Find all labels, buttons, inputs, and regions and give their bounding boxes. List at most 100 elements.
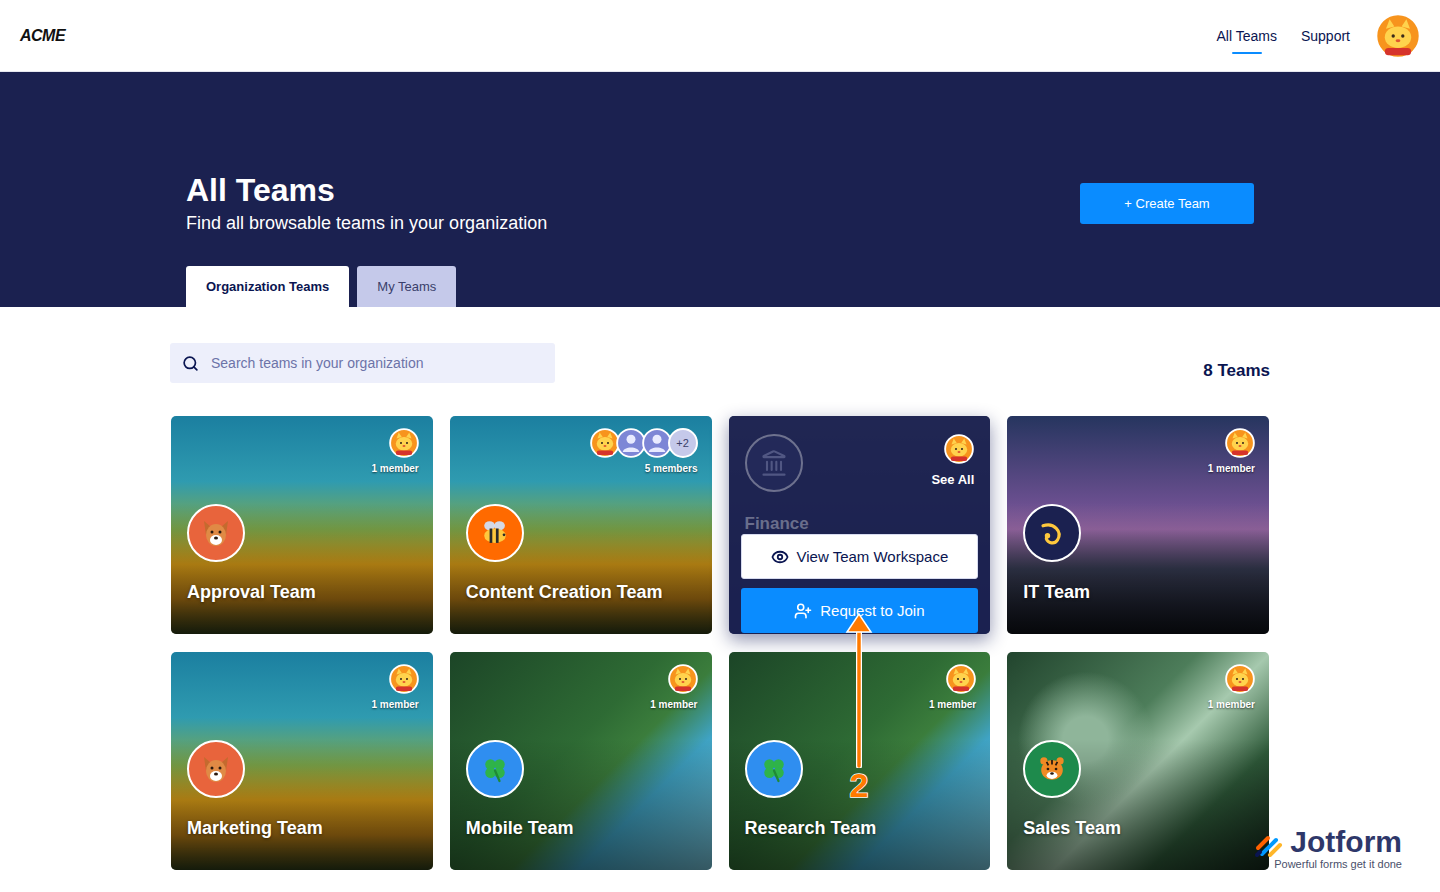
team-name: Research Team — [745, 816, 975, 840]
card-body: Mobile Team — [450, 652, 712, 870]
team-avatar — [187, 740, 245, 798]
step-annotation: 2 — [844, 612, 874, 802]
team-avatar — [187, 504, 245, 562]
page: ACME All Teams Support All Teams Find all br… — [0, 0, 1440, 892]
tiger-icon — [1034, 751, 1070, 787]
card-body: Sales Team — [1007, 652, 1269, 870]
more-members-badge: +2 — [668, 428, 698, 458]
search-box — [170, 343, 555, 383]
comet-icon — [1034, 515, 1070, 551]
search-icon — [182, 355, 199, 372]
member-badge: 1 member — [1208, 428, 1255, 474]
member-avatars — [668, 664, 698, 694]
team-avatar — [745, 434, 803, 492]
arrow-up-icon — [844, 612, 874, 768]
team-card[interactable]: +2 5 members Content Creation Team — [450, 416, 712, 634]
card-body: Content Creation Team — [450, 416, 712, 634]
member-count: 1 member — [929, 699, 976, 710]
card-hover-body: Finance See All View Team Workspace Request… — [729, 416, 991, 634]
member-count: 1 member — [650, 699, 697, 710]
member-badge: 1 member — [929, 664, 976, 710]
member-avatars — [1225, 428, 1255, 458]
team-card[interactable]: 1 memberApproval Team — [171, 416, 433, 634]
cat-avatar-icon — [590, 428, 620, 458]
page-subtitle: Find all browsable teams in your organiz… — [186, 212, 547, 234]
card-actions: View Team Workspace Request to Join — [741, 534, 979, 633]
member-avatars — [944, 434, 974, 464]
team-grid: 1 memberApproval Team+25 membersContent … — [170, 416, 1270, 870]
cat-avatar-icon — [1225, 428, 1255, 458]
card-title-group: Finance — [745, 434, 809, 534]
card-body: Research Team — [729, 652, 991, 870]
clover-icon — [480, 754, 510, 784]
team-name: Content Creation Team — [466, 580, 696, 604]
member-count: 1 member — [1208, 699, 1255, 710]
cat-avatar-icon — [389, 664, 419, 694]
team-avatar — [745, 740, 803, 798]
page-title: All Teams — [186, 172, 547, 208]
team-name: Sales Team — [1023, 816, 1253, 840]
team-avatar — [1023, 740, 1081, 798]
user-avatar[interactable] — [1374, 12, 1422, 60]
dog-icon — [196, 513, 236, 553]
card-body: Approval Team — [171, 416, 433, 634]
team-card[interactable]: 1 member Sales Team — [1007, 652, 1269, 870]
step-number: 2 — [850, 768, 869, 802]
team-name: Finance — [745, 514, 809, 534]
view-workspace-button[interactable]: View Team Workspace — [741, 534, 979, 579]
request-to-join-button[interactable]: Request to Join — [741, 588, 979, 633]
jotform-logo-icon — [1254, 826, 1286, 858]
cat-avatar-icon — [946, 664, 976, 694]
member-count: 1 member — [372, 463, 419, 474]
eye-icon — [771, 548, 789, 566]
member-badge: 1 member — [372, 428, 419, 474]
member-badge: +2 5 members — [590, 428, 698, 474]
teams-toolbar: 8 Teams — [170, 343, 1270, 383]
bee-icon — [477, 515, 513, 551]
team-card[interactable]: 1 member Research Team — [729, 652, 991, 870]
tab[interactable]: My Teams — [357, 266, 456, 307]
member-count: 5 members — [645, 463, 698, 474]
card-body: Marketing Team — [171, 652, 433, 870]
member-badge: 1 member — [1208, 664, 1255, 710]
member-badge: 1 member — [372, 664, 419, 710]
cat-avatar-icon — [944, 434, 974, 464]
top-nav: All Teams Support — [1217, 12, 1422, 60]
team-name: IT Team — [1023, 580, 1253, 604]
team-name: Mobile Team — [466, 816, 696, 840]
watermark-brand: Jotform — [1290, 826, 1402, 858]
watermark-row: Jotform — [1254, 826, 1402, 858]
search-input[interactable] — [209, 354, 543, 372]
cat-avatar-icon — [389, 428, 419, 458]
member-count: 1 member — [1208, 463, 1255, 474]
team-card[interactable]: Finance See All View Team Workspace Request… — [729, 416, 991, 634]
watermark-tagline: Powerful forms get it done — [1274, 858, 1402, 870]
team-count: 8 Teams — [1203, 361, 1270, 383]
teams-content: 8 Teams1 memberApproval Team+25 membersC… — [170, 307, 1270, 870]
team-avatar — [466, 740, 524, 798]
nav-link[interactable]: All Teams — [1217, 18, 1277, 54]
create-team-button[interactable]: + Create Team — [1080, 183, 1254, 224]
team-name: Marketing Team — [187, 816, 417, 840]
team-card[interactable]: 1 member IT Team — [1007, 416, 1269, 634]
team-avatar — [1023, 504, 1081, 562]
member-avatars — [389, 664, 419, 694]
acme-logo[interactable]: ACME — [20, 27, 65, 45]
team-card[interactable]: 1 member Marketing Team — [171, 652, 433, 870]
member-avatars — [946, 664, 976, 694]
hero-inner: All Teams Find all browsable teams in you… — [186, 72, 1254, 307]
see-all-link[interactable]: See All — [931, 472, 974, 487]
tab[interactable]: Organization Teams — [186, 266, 349, 307]
team-card[interactable]: 1 member Mobile Team — [450, 652, 712, 870]
clover-icon — [759, 754, 789, 784]
hero-row: All Teams Find all browsable teams in you… — [186, 72, 1254, 234]
dog-icon — [196, 749, 236, 789]
member-avatars — [1225, 664, 1255, 694]
card-hover-top: Finance See All — [741, 434, 979, 534]
nav-link[interactable]: Support — [1301, 18, 1350, 54]
tab-bar: Organization TeamsMy Teams — [186, 266, 1254, 307]
member-badge: 1 member — [650, 664, 697, 710]
team-avatar — [466, 504, 524, 562]
jotform-watermark: JotformPowerful forms get it done — [1254, 826, 1402, 870]
cat-avatar-icon — [1225, 664, 1255, 694]
